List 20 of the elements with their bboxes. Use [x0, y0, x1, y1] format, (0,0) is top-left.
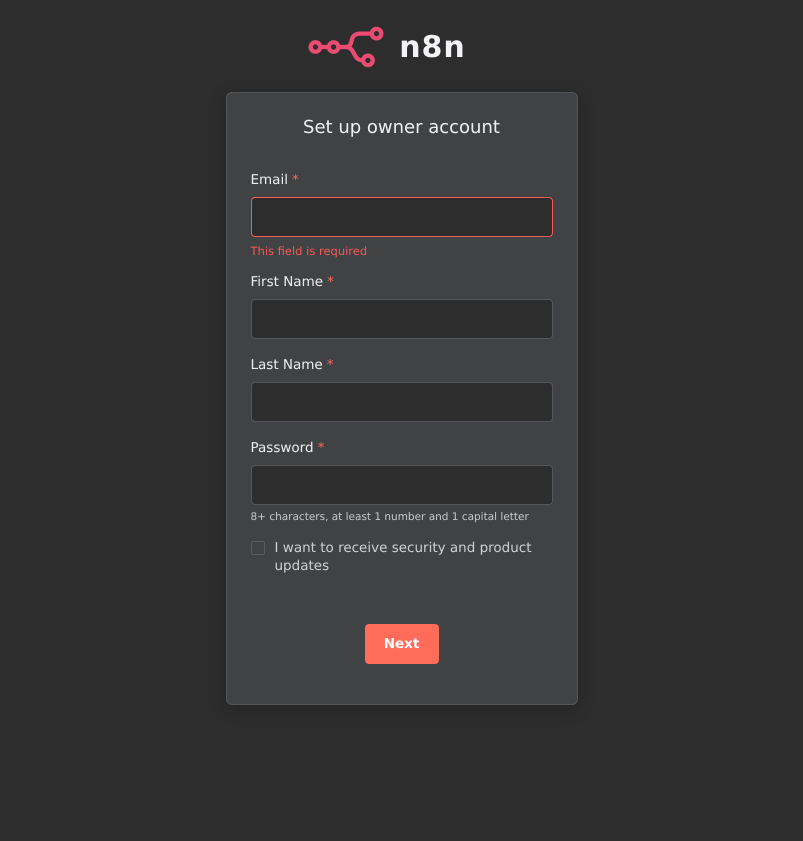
required-mark: *: [292, 172, 299, 188]
next-button[interactable]: Next: [364, 624, 438, 664]
required-mark: *: [326, 357, 334, 373]
field-label: Last Name: [250, 357, 323, 373]
field-label: Password: [250, 440, 314, 456]
field-label: First Name: [250, 274, 324, 290]
input-field[interactable]: [250, 299, 552, 339]
input-field[interactable]: [250, 465, 552, 505]
required-mark: *: [318, 440, 324, 456]
error-message: This field is required: [250, 244, 368, 258]
input-field[interactable]: [250, 197, 552, 237]
required-mark: *: [327, 274, 334, 290]
checkbox[interactable]: [250, 541, 264, 555]
input-field[interactable]: [250, 382, 552, 422]
field-label: Email: [250, 172, 288, 188]
hint-text: 8+ characters, at least 1 number and 1 capital letter: [250, 511, 530, 523]
logo-icon: [307, 26, 386, 68]
form-title: Set up owner account: [302, 117, 501, 138]
logo-text: n8n: [399, 30, 466, 64]
checkbox-label: I want to receive security and product updates: [274, 539, 533, 575]
